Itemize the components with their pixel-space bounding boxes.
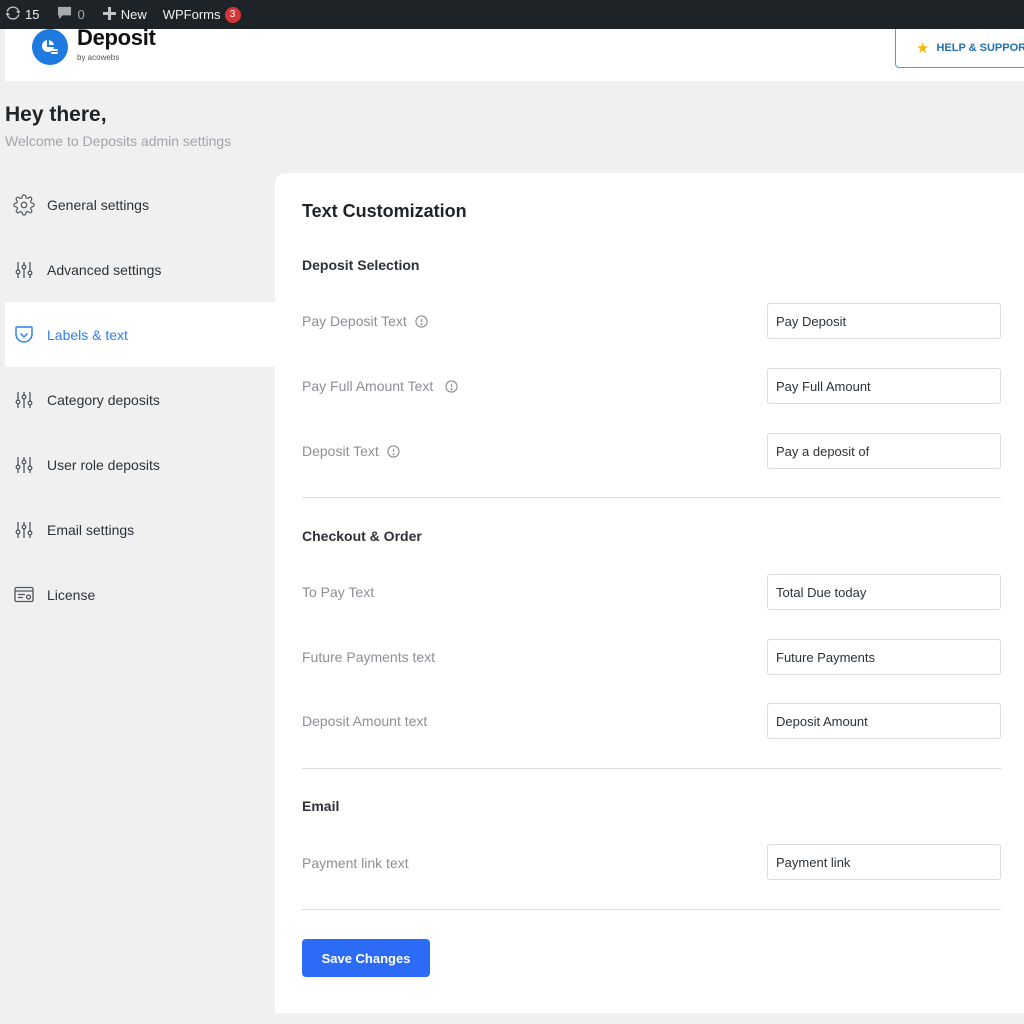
save-changes-button[interactable]: Save Changes bbox=[302, 939, 430, 977]
wpforms-badge: 3 bbox=[224, 6, 241, 23]
sidebar-item-label: Advanced settings bbox=[47, 261, 162, 278]
info-icon[interactable] bbox=[445, 379, 458, 393]
sidebar-item-label: Email settings bbox=[47, 521, 135, 538]
sliders-icon bbox=[13, 454, 35, 476]
sidebar-item-label: User role deposits bbox=[47, 456, 160, 473]
pay-deposit-label-row: Pay Deposit Text bbox=[302, 313, 428, 329]
deposit-text-label: Deposit Text bbox=[302, 443, 379, 459]
plugin-header: Deposit by acowebs ★ HELP & SUPPORT bbox=[5, 25, 1024, 81]
info-icon[interactable] bbox=[415, 314, 428, 328]
gear-icon bbox=[13, 193, 35, 216]
sidebar-item-license[interactable]: License bbox=[5, 562, 275, 627]
wpforms-label: WPForms bbox=[162, 7, 221, 22]
future-payments-label: Future Payments text bbox=[302, 649, 436, 665]
plus-icon bbox=[102, 6, 116, 23]
admin-bar-updates[interactable]: 15 bbox=[0, 0, 45, 29]
sidebar-item-advanced-settings[interactable]: Advanced settings bbox=[5, 237, 275, 302]
sidebar-item-user-role-deposits[interactable]: User role deposits bbox=[5, 432, 275, 497]
greeting-subtitle: Welcome to Deposits admin settings bbox=[5, 133, 232, 149]
section-divider bbox=[302, 909, 1001, 910]
sliders-icon bbox=[13, 519, 35, 541]
sidebar-item-label: Labels & text bbox=[47, 326, 128, 343]
admin-bar-wpforms[interactable]: WPForms 3 bbox=[157, 0, 247, 29]
license-icon bbox=[13, 584, 35, 606]
section-title-checkout-order: Checkout & Order bbox=[302, 528, 422, 544]
to-pay-text-input[interactable] bbox=[767, 574, 1001, 610]
pay-full-amount-label: Pay Full Amount Text bbox=[302, 378, 434, 394]
text-customization-panel: Text Customization Deposit Selection Pay… bbox=[275, 173, 1024, 1013]
comments-count: 0 bbox=[77, 7, 85, 22]
sidebar-item-category-deposits[interactable]: Category deposits bbox=[5, 367, 275, 432]
sliders-icon bbox=[13, 259, 35, 281]
sidebar-item-label: General settings bbox=[47, 196, 149, 213]
sidebar-item-labels-text[interactable]: Labels & text bbox=[5, 302, 275, 367]
info-icon[interactable] bbox=[387, 444, 400, 458]
brand-subtitle: by acowebs bbox=[77, 53, 120, 62]
pay-deposit-label: Pay Deposit Text bbox=[302, 313, 407, 329]
sidebar-item-label: Category deposits bbox=[47, 391, 160, 408]
help-support-label: HELP & SUPPORT bbox=[936, 42, 1024, 54]
deposit-text-label-row: Deposit Text bbox=[302, 443, 400, 459]
deposit-text-input[interactable] bbox=[767, 433, 1001, 469]
to-pay-label: To Pay Text bbox=[302, 584, 375, 600]
sidebar-item-email-settings[interactable]: Email settings bbox=[5, 497, 275, 562]
pay-deposit-text-input[interactable] bbox=[767, 303, 1001, 339]
payment-link-label-row: Payment link text bbox=[302, 855, 409, 871]
updates-count: 15 bbox=[25, 7, 40, 22]
settings-sidebar: General settings Advanced settings Label… bbox=[5, 172, 275, 627]
sidebar-item-label: License bbox=[47, 586, 96, 603]
section-title-deposit-selection: Deposit Selection bbox=[302, 257, 420, 273]
future-payments-label-row: Future Payments text bbox=[302, 649, 435, 665]
panel-title: Text Customization bbox=[302, 201, 467, 221]
deposit-amount-label-row: Deposit Amount text bbox=[302, 713, 427, 729]
comment-icon bbox=[57, 6, 72, 23]
pay-full-amount-label-row: Pay Full Amount Text bbox=[302, 378, 458, 394]
greeting-title: Hey there, bbox=[5, 103, 107, 126]
help-support-button[interactable]: ★ HELP & SUPPORT bbox=[895, 29, 1024, 68]
pocket-icon bbox=[13, 324, 35, 346]
star-icon: ★ bbox=[916, 40, 930, 57]
deposit-amount-label: Deposit Amount text bbox=[302, 713, 428, 729]
section-divider bbox=[302, 768, 1001, 769]
sidebar-item-general-settings[interactable]: General settings bbox=[5, 172, 275, 237]
section-divider bbox=[302, 497, 1001, 498]
deposit-amount-text-input[interactable] bbox=[767, 703, 1001, 739]
payment-link-label: Payment link text bbox=[302, 855, 409, 871]
future-payments-text-input[interactable] bbox=[767, 639, 1001, 675]
brand-name: Deposit bbox=[77, 25, 156, 50]
deposit-logo-icon bbox=[32, 29, 68, 65]
new-label: New bbox=[120, 7, 147, 22]
refresh-icon bbox=[5, 6, 21, 23]
to-pay-label-row: To Pay Text bbox=[302, 584, 374, 600]
sliders-icon bbox=[13, 389, 35, 411]
payment-link-text-input[interactable] bbox=[767, 844, 1001, 880]
pay-full-amount-text-input[interactable] bbox=[767, 368, 1001, 404]
section-title-email: Email bbox=[302, 798, 340, 814]
